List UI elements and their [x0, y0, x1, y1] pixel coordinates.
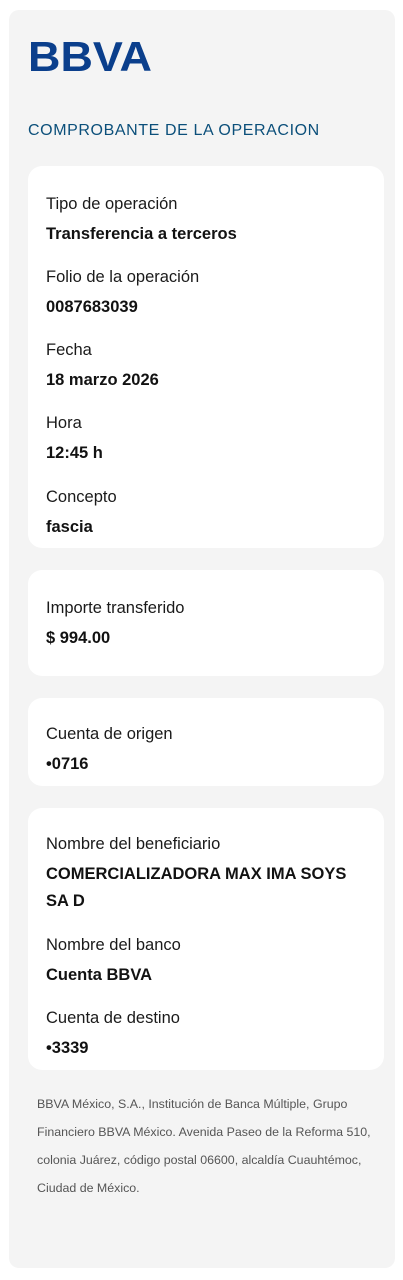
origin-account-label: Cuenta de origen — [46, 725, 173, 743]
amount-label: Importe transferido — [46, 599, 185, 617]
beneficiary-card: Nombre del beneficiario COMERCIALIZADORA… — [28, 808, 384, 1070]
bank-name-value: Cuenta BBVA — [46, 966, 153, 984]
concept-field: Concepto fascia — [46, 487, 368, 541]
amount-card: Importe transferido $ 994.00 — [28, 570, 384, 676]
time-label: Hora — [46, 414, 82, 432]
amount-value: $ 994.00 — [46, 629, 111, 647]
folio-value: 0087683039 — [46, 298, 138, 316]
bbva-logo: BBVA — [28, 38, 152, 74]
destination-account-label: Cuenta de destino — [46, 1009, 180, 1027]
operation-type-value: Transferencia a terceros — [46, 225, 237, 243]
folio-field: Folio de la operación 0087683039 — [46, 267, 368, 321]
beneficiary-name-label: Nombre del beneficiario — [46, 835, 221, 853]
origin-account-value: •0716 — [46, 755, 89, 773]
legal-footer: BBVA México, S.A., Institución de Banca … — [37, 1097, 371, 1195]
concept-label: Concepto — [46, 488, 117, 506]
concept-value: fascia — [46, 518, 93, 536]
destination-account-field: Cuenta de destino •3339 — [46, 1008, 368, 1062]
operation-type-field: Tipo de operación Transferencia a tercer… — [46, 194, 368, 248]
date-value: 18 marzo 2026 — [46, 371, 159, 389]
origin-account-field: Cuenta de origen •0716 — [46, 724, 368, 778]
page-title: COMPROBANTE DE LA OPERACION — [28, 122, 320, 139]
date-field: Fecha 18 marzo 2026 — [46, 340, 368, 394]
bank-name-label: Nombre del banco — [46, 936, 181, 954]
amount-field: Importe transferido $ 994.00 — [46, 598, 368, 652]
date-label: Fecha — [46, 341, 92, 359]
folio-label: Folio de la operación — [46, 268, 200, 286]
bank-name-field: Nombre del banco Cuenta BBVA — [46, 935, 368, 989]
beneficiary-name-field: Nombre del beneficiario COMERCIALIZADORA… — [46, 834, 368, 915]
destination-account-value: •3339 — [46, 1039, 89, 1057]
bbva-logo-text: BBVA — [28, 38, 152, 74]
beneficiary-name-value: COMERCIALIZADORA MAX IMA SOYS SA D — [46, 865, 347, 910]
time-field: Hora 12:45 h — [46, 413, 368, 467]
time-value: 12:45 h — [46, 444, 103, 462]
origin-account-card: Cuenta de origen •0716 — [28, 698, 384, 786]
receipt-page: BBVA COMPROBANTE DE LA OPERACION Tipo de… — [9, 10, 395, 1268]
operation-type-label: Tipo de operación — [46, 195, 178, 213]
operation-details-card: Tipo de operación Transferencia a tercer… — [28, 166, 384, 548]
